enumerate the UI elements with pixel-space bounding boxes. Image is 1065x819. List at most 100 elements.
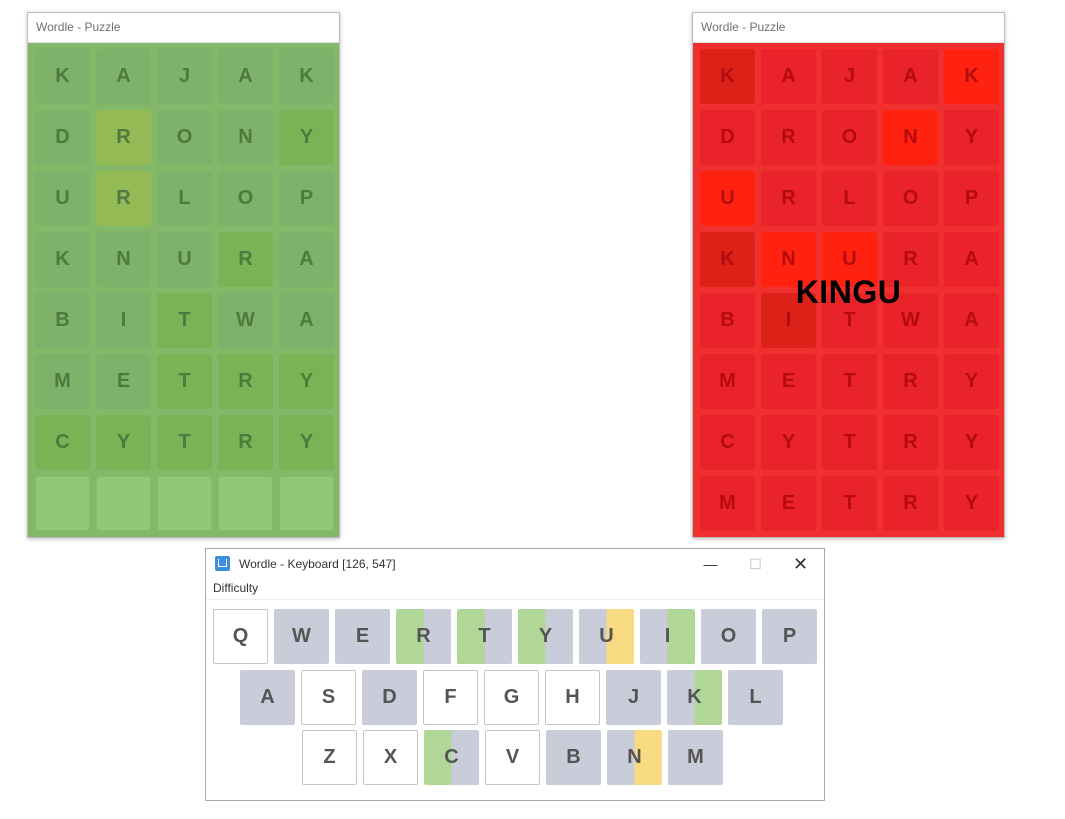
answer-overlay-text: KINGU bbox=[795, 274, 902, 310]
right-puzzle-cell: R bbox=[761, 110, 816, 165]
app-icon bbox=[215, 556, 230, 571]
key-g[interactable]: G bbox=[484, 670, 539, 725]
key-s[interactable]: S bbox=[301, 670, 356, 725]
key-label: V bbox=[505, 746, 520, 768]
right-puzzle-cell: E bbox=[761, 354, 816, 409]
key-a[interactable]: A bbox=[240, 670, 295, 725]
key-m[interactable]: M bbox=[668, 730, 723, 785]
right-puzzle-cell: R bbox=[761, 171, 816, 226]
left-puzzle-title: Wordle - Puzzle bbox=[28, 13, 339, 43]
left-puzzle-cell: W bbox=[218, 293, 273, 348]
key-label: N bbox=[627, 746, 642, 768]
key-p[interactable]: P bbox=[762, 609, 817, 664]
maximize-button[interactable]: ☐ bbox=[733, 549, 778, 579]
key-d[interactable]: D bbox=[362, 670, 417, 725]
key-t[interactable]: T bbox=[457, 609, 512, 664]
right-puzzle-cell: R bbox=[883, 415, 938, 470]
right-puzzle-cell: Y bbox=[944, 415, 999, 470]
left-puzzle-cell: U bbox=[35, 171, 90, 226]
key-label: K bbox=[687, 686, 702, 708]
left-puzzle-cell: T bbox=[157, 354, 212, 409]
left-puzzle-cell bbox=[218, 476, 273, 531]
left-puzzle-cell: Y bbox=[96, 415, 151, 470]
left-puzzle-cell: A bbox=[279, 293, 334, 348]
left-puzzle-cell: B bbox=[35, 293, 90, 348]
key-r[interactable]: R bbox=[396, 609, 451, 664]
left-puzzle-cell: Y bbox=[279, 110, 334, 165]
key-i[interactable]: I bbox=[640, 609, 695, 664]
close-button[interactable]: ✕ bbox=[778, 549, 823, 579]
right-puzzle-board: YRTEMYRTYCYRTEMAWTIBARUNKPOLRUYNORDKAJAK… bbox=[693, 43, 1004, 537]
right-puzzle-cell: Y bbox=[761, 415, 816, 470]
key-z[interactable]: Z bbox=[302, 730, 357, 785]
left-puzzle-cell: K bbox=[279, 49, 334, 104]
right-puzzle-cell: C bbox=[700, 415, 755, 470]
keyboard-window-title: Wordle - Keyboard [126, 547] bbox=[239, 557, 396, 571]
key-label: H bbox=[565, 686, 580, 708]
key-label: O bbox=[720, 625, 737, 647]
key-c[interactable]: C bbox=[424, 730, 479, 785]
left-puzzle-cell: P bbox=[279, 171, 334, 226]
key-label: T bbox=[478, 625, 491, 647]
left-puzzle-cell: R bbox=[96, 171, 151, 226]
key-x[interactable]: X bbox=[363, 730, 418, 785]
left-puzzle-cell: L bbox=[157, 171, 212, 226]
right-puzzle-cell: R bbox=[883, 354, 938, 409]
key-q[interactable]: Q bbox=[213, 609, 268, 664]
right-puzzle-cell: T bbox=[822, 476, 877, 531]
key-label: Z bbox=[323, 746, 336, 768]
left-puzzle-cell: M bbox=[35, 354, 90, 409]
key-label: Q bbox=[232, 625, 249, 647]
left-puzzle-cell: E bbox=[96, 354, 151, 409]
key-label: Y bbox=[538, 625, 553, 647]
right-puzzle-cell: O bbox=[822, 110, 877, 165]
right-puzzle-cell: E bbox=[761, 476, 816, 531]
key-u[interactable]: U bbox=[579, 609, 634, 664]
left-puzzle-cell: I bbox=[96, 293, 151, 348]
key-y[interactable]: Y bbox=[518, 609, 573, 664]
key-l[interactable]: L bbox=[728, 670, 783, 725]
left-puzzle-cell: Y bbox=[279, 415, 334, 470]
key-label: U bbox=[599, 625, 614, 647]
key-label: S bbox=[321, 686, 336, 708]
left-puzzle-cell: O bbox=[218, 171, 273, 226]
right-puzzle-cell: Y bbox=[944, 476, 999, 531]
menu-difficulty[interactable]: Difficulty bbox=[213, 581, 258, 595]
key-o[interactable]: O bbox=[701, 609, 756, 664]
key-label: C bbox=[444, 746, 459, 768]
keyboard-window: Wordle - Keyboard [126, 547] — ☐ ✕ Diffi… bbox=[205, 548, 825, 801]
key-h[interactable]: H bbox=[545, 670, 600, 725]
key-label: J bbox=[627, 686, 640, 708]
left-puzzle-cell: N bbox=[218, 110, 273, 165]
right-puzzle-cell: A bbox=[883, 49, 938, 104]
key-n[interactable]: N bbox=[607, 730, 662, 785]
left-puzzle-cell bbox=[157, 476, 212, 531]
key-label: D bbox=[382, 686, 397, 708]
key-v[interactable]: V bbox=[485, 730, 540, 785]
key-w[interactable]: W bbox=[274, 609, 329, 664]
key-label: P bbox=[782, 625, 797, 647]
left-puzzle-window: Wordle - Puzzle YRTYCYRTEMAWTIBARUNKPOLR… bbox=[27, 12, 340, 538]
left-puzzle-cell: R bbox=[218, 415, 273, 470]
key-b[interactable]: B bbox=[546, 730, 601, 785]
left-puzzle-cell bbox=[96, 476, 151, 531]
left-puzzle-cell: K bbox=[35, 232, 90, 287]
key-j[interactable]: J bbox=[606, 670, 661, 725]
right-puzzle-cell: L bbox=[822, 171, 877, 226]
key-label: M bbox=[687, 746, 704, 768]
left-puzzle-cell bbox=[279, 476, 334, 531]
left-puzzle-cell: C bbox=[35, 415, 90, 470]
right-puzzle-cell: P bbox=[944, 171, 999, 226]
left-puzzle-cell: A bbox=[279, 232, 334, 287]
key-e[interactable]: E bbox=[335, 609, 390, 664]
right-puzzle-cell: O bbox=[883, 171, 938, 226]
key-f[interactable]: F bbox=[423, 670, 478, 725]
key-label: L bbox=[749, 686, 762, 708]
left-puzzle-cell: A bbox=[96, 49, 151, 104]
left-puzzle-cell: R bbox=[96, 110, 151, 165]
left-puzzle-cell: J bbox=[157, 49, 212, 104]
key-k[interactable]: K bbox=[667, 670, 722, 725]
key-label: X bbox=[383, 746, 398, 768]
minimize-button[interactable]: — bbox=[688, 549, 733, 579]
right-puzzle-cell: R bbox=[883, 476, 938, 531]
